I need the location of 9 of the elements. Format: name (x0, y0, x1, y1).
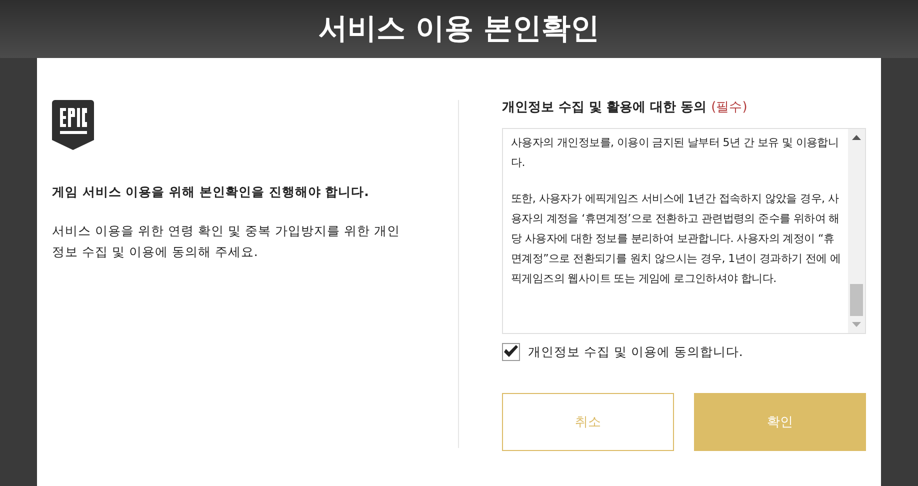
confirm-button[interactable]: 확인 (694, 393, 866, 452)
cancel-button[interactable]: 취소 (502, 393, 674, 452)
consent-paragraph: 사용자의 개인정보를, 이용이 금지된 날부터 5년 간 보유 및 이용합니다. (511, 134, 840, 170)
consent-paragraph: 또한, 사용자가 에픽게임즈 서비스에 1년간 접속하지 않았을 경우, 사용자의 계정을 ‘휴면계정’으로 전환하고 관련법령의 준수를 위하여 해당 사용자에 대한 정보를 분리하여 보관합니다. 사용자의 계정이 “휴면계정”으로 전환되기를 원치 않으시는 경우, 1년이 경과하기 전에 에픽게임즈의 웹사이트 또는 게임에 로그인하셔야 합니다. (511, 190, 842, 286)
intro-description: 서비스 이용을 위한 연령 확인 및 중복 가입방지를 위한 개인 정보 수집 및 이용에 동의해 주세요. (52, 222, 401, 261)
consent-title: 개인정보 수집 및 활용에 대한 동의 (필수) (502, 99, 748, 117)
intro-heading: 게임 서비스 이용을 위해 본인확인을 진행해야 합니다. (52, 183, 370, 201)
agree-label[interactable]: 개인정보 수집 및 이용에 동의합니다. (528, 342, 743, 362)
page-title: 서비스 이용 본인확인 (318, 10, 600, 48)
